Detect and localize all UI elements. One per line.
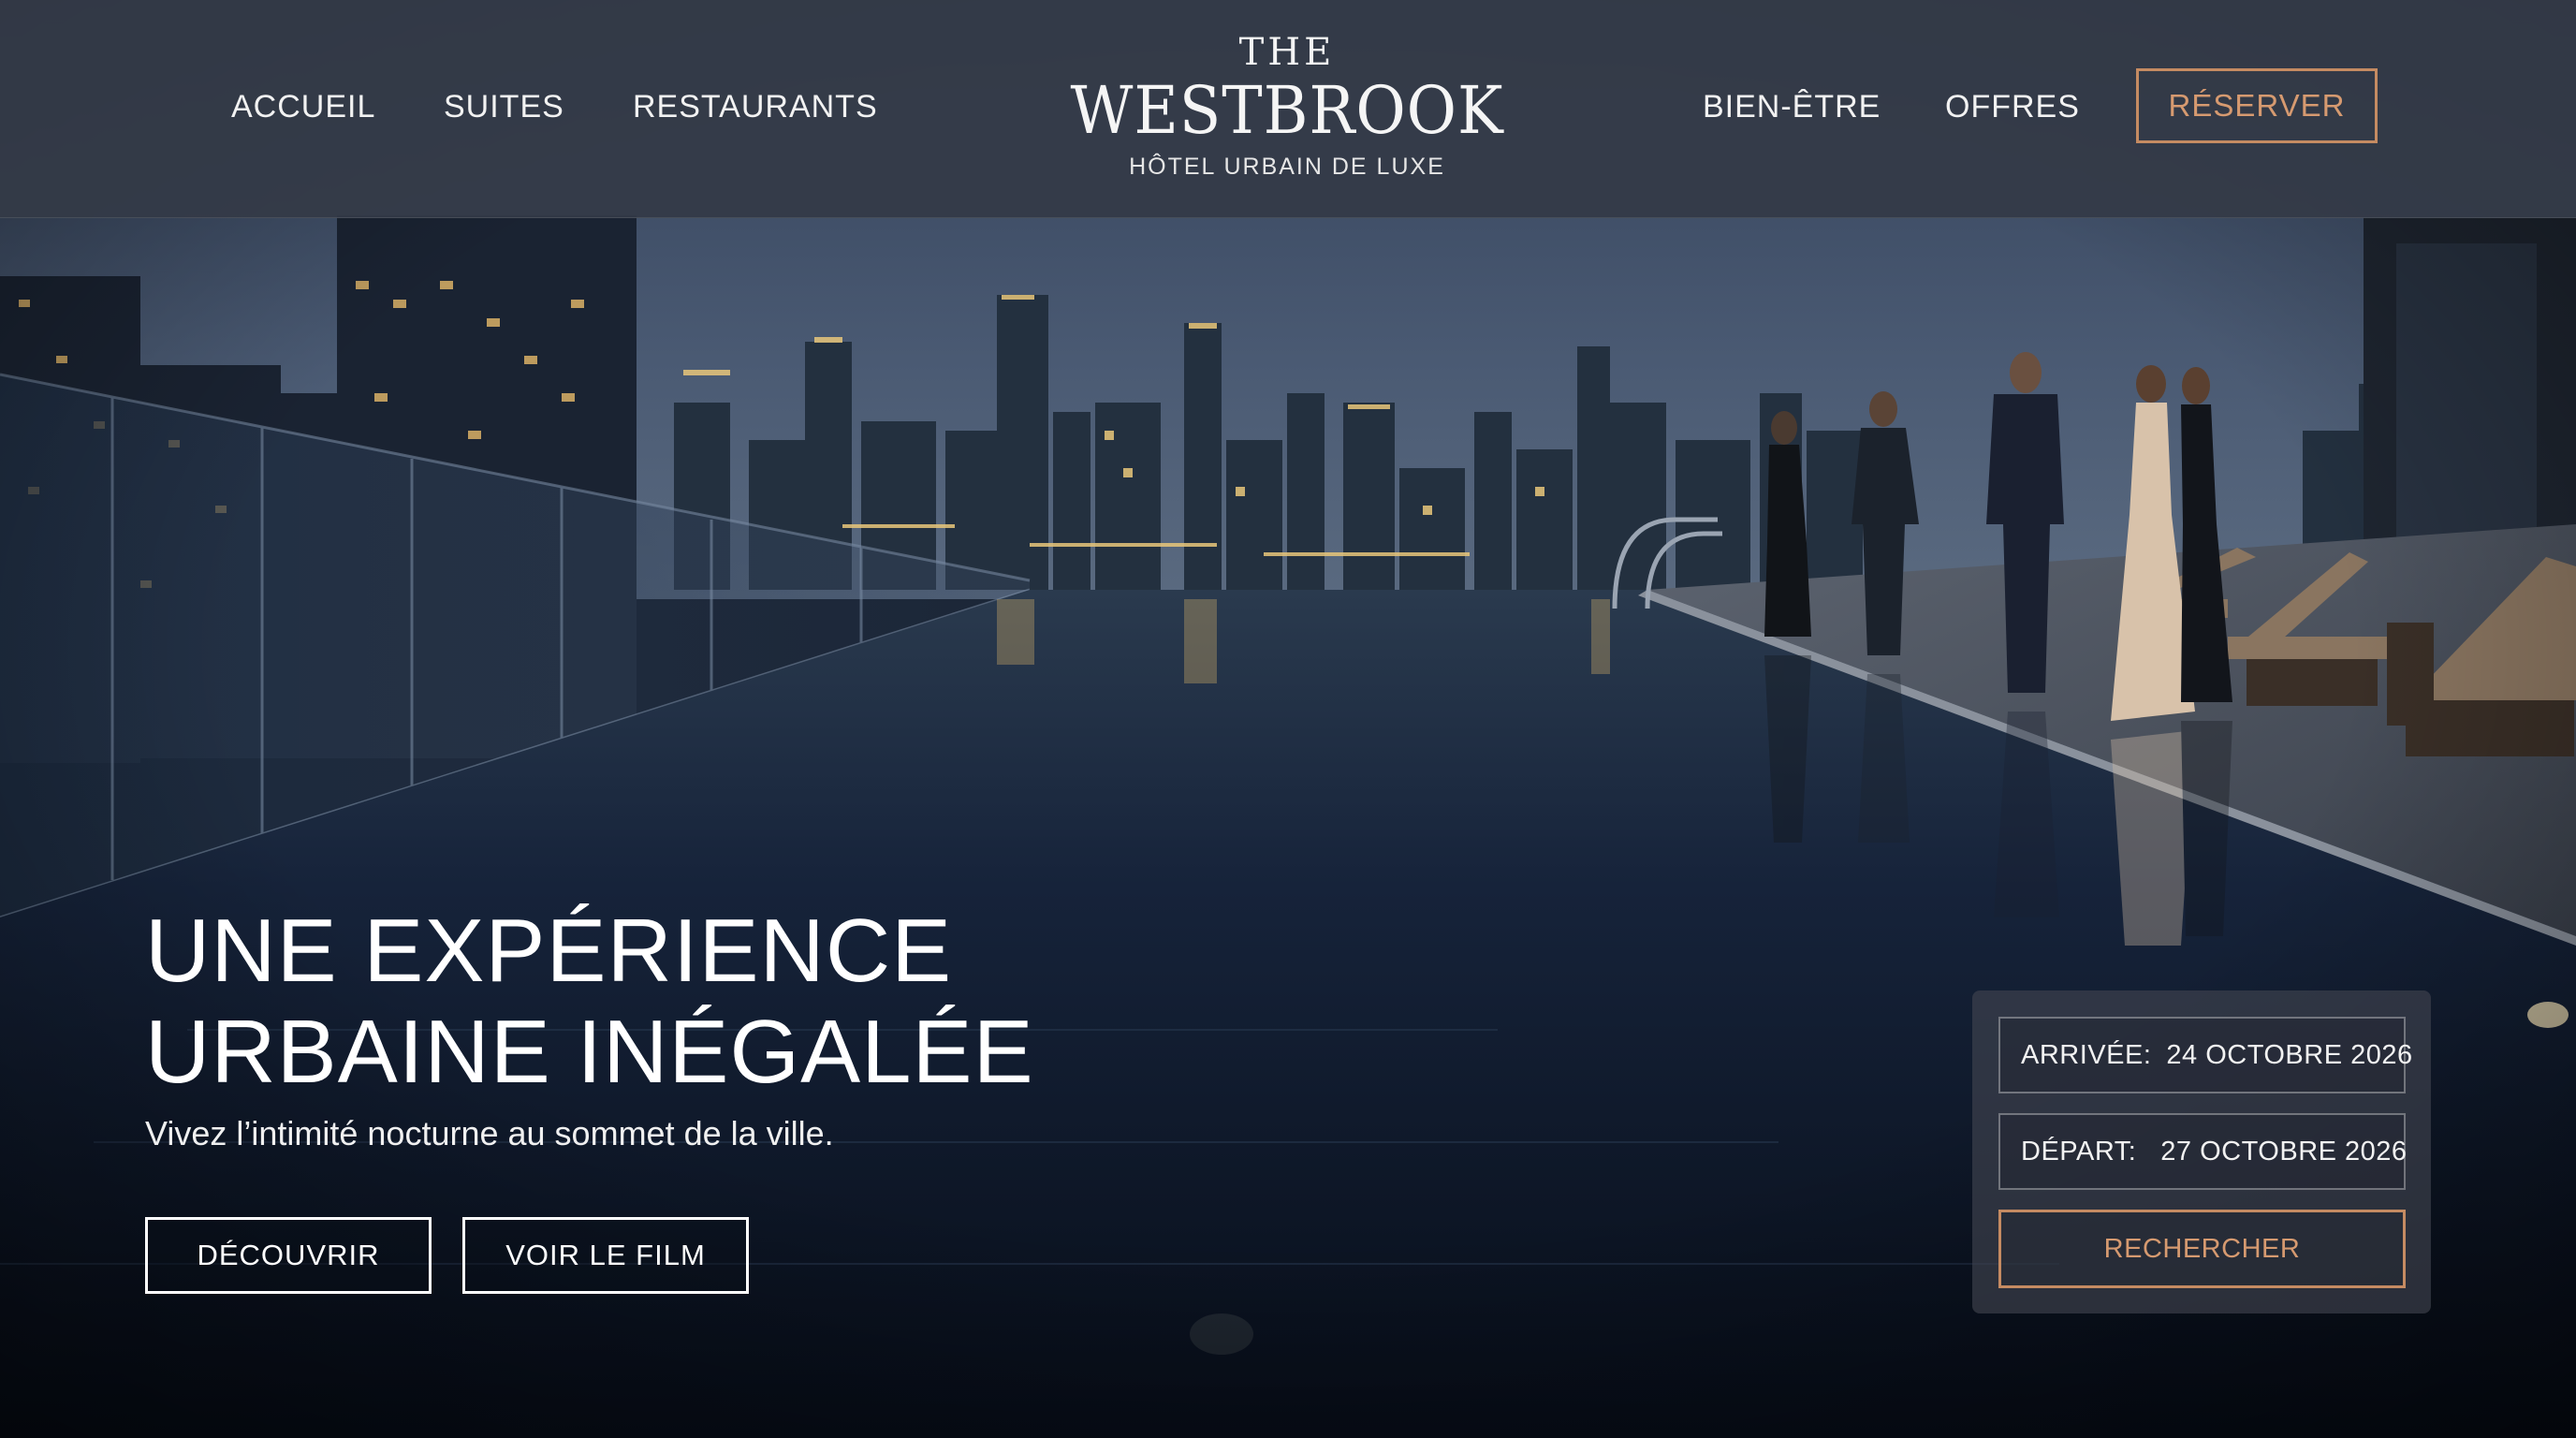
nav-item-bien-etre[interactable]: BIEN-ÊTRE [1703,84,1881,129]
arrival-value: 24 OCTOBRE 2026 [2166,1039,2413,1070]
hero-title: UNE EXPÉRIENCE URBAINE INÉGALÉE [145,901,1268,1103]
search-button[interactable]: RECHERCHER [1998,1210,2406,1288]
site-header: ACCUEIL SUITES RESTAURANTS THE WESTBROOK… [0,0,2576,218]
watch-film-button[interactable]: VOIR LE FILM [462,1217,749,1294]
hero-subtitle: Vivez l’intimité nocturne au sommet de l… [145,1114,834,1152]
nav-item-restaurants[interactable]: RESTAURANTS [633,84,878,129]
arrival-label: ARRIVÉE: [2021,1039,2152,1070]
departure-date-field[interactable]: DÉPART: 27 OCTOBRE 2026 [1998,1113,2408,1190]
site-logo[interactable]: THE WESTBROOK HÔTEL URBAIN DE LUXE [1030,28,1544,183]
reserve-button[interactable]: RÉSERVER [2136,68,2378,143]
logo-the: THE [1238,31,1336,74]
booking-panel: ARRIVÉE: 24 OCTOBRE 2026 DÉPART: 27 OCTO… [1972,990,2431,1313]
discover-button[interactable]: DÉCOUVRIR [145,1217,432,1294]
nav-item-suites[interactable]: SUITES [444,84,564,129]
nav-item-accueil[interactable]: ACCUEIL [231,84,375,129]
logo-tagline: HÔTEL URBAIN DE LUXE [1129,154,1445,180]
nav-item-offres[interactable]: OFFRES [1945,84,2080,129]
departure-label: DÉPART: [2021,1136,2137,1167]
departure-value: 27 OCTOBRE 2026 [2160,1136,2408,1167]
hero-title-line-1: UNE EXPÉRIENCE [145,901,953,1001]
hero-title-line-2: URBAINE INÉGALÉE [145,1002,1034,1102]
logo-wordmark: WESTBROOK [1070,72,1504,149]
arrival-date-field[interactable]: ARRIVÉE: 24 OCTOBRE 2026 [1998,1017,2412,1093]
